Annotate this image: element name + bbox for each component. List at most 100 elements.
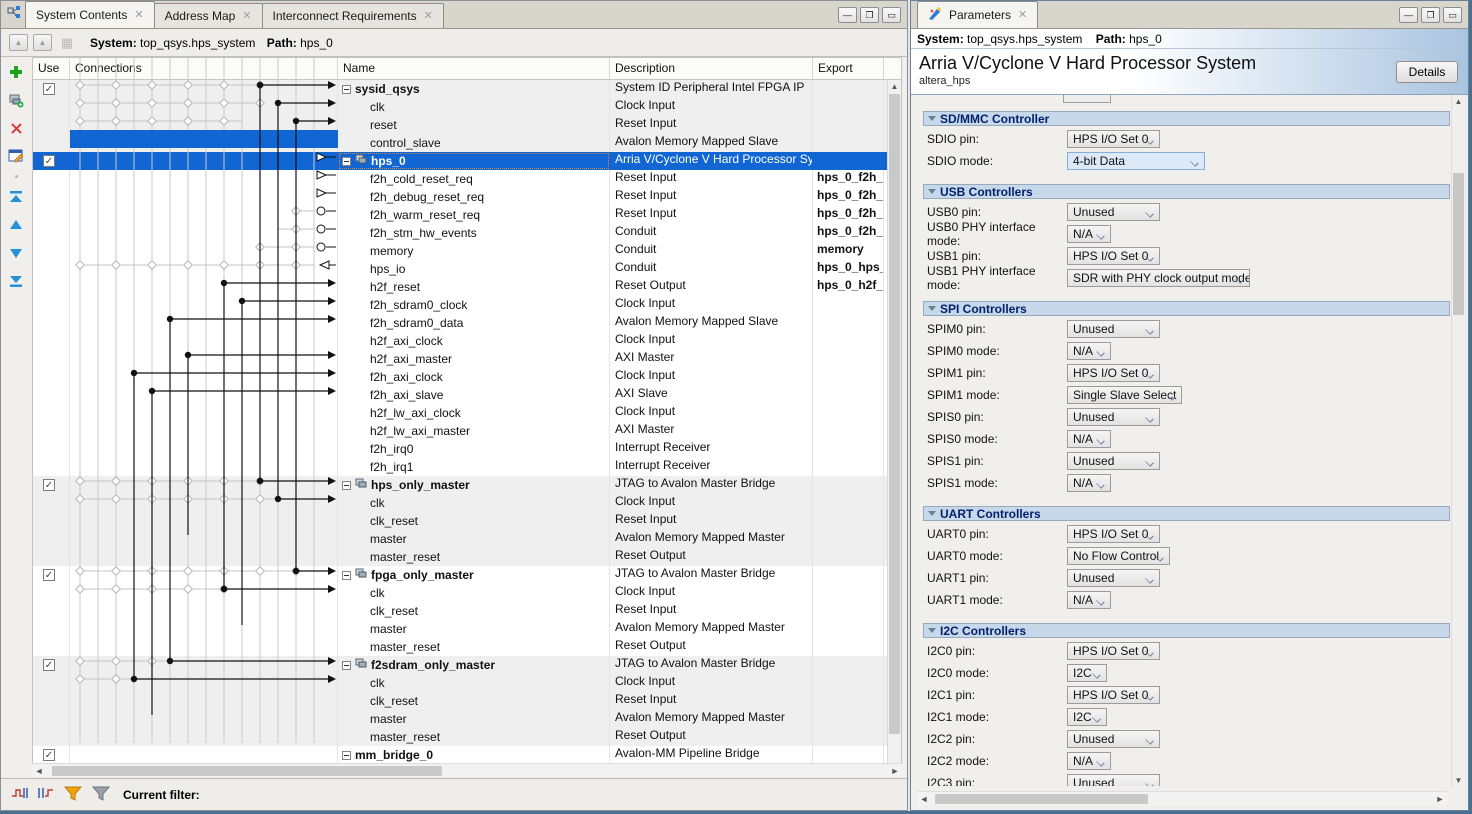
connections-cell[interactable] [70, 530, 338, 548]
section-header[interactable]: I2C Controllers [923, 623, 1450, 638]
export-cell[interactable] [813, 98, 884, 116]
name-cell[interactable]: mm_bridge_0 [338, 746, 610, 764]
connections-cell[interactable] [70, 692, 338, 710]
name-cell[interactable]: f2h_cold_reset_req [338, 170, 610, 188]
table-row[interactable]: f2h_cold_reset_reqReset Inputhps_0_f2h_c [33, 170, 901, 188]
table-row[interactable]: f2h_warm_reset_reqReset Inputhps_0_f2h_w [33, 206, 901, 224]
export-cell[interactable] [813, 80, 884, 98]
table-row[interactable]: control_slaveAvalon Memory Mapped Slave [33, 134, 901, 152]
filter-icon[interactable] [63, 785, 83, 804]
name-cell[interactable]: h2f_reset [338, 278, 610, 296]
connections-cell[interactable] [70, 170, 338, 188]
export-cell[interactable] [813, 710, 884, 728]
minimize-button[interactable]: — [838, 7, 857, 23]
table-row[interactable]: masterAvalon Memory Mapped Master [33, 710, 901, 728]
export-cell[interactable] [813, 620, 884, 638]
tab-system-contents[interactable]: System Contents✕ [25, 1, 155, 28]
table-row[interactable]: master_resetReset Output [33, 548, 901, 566]
connections-cell[interactable] [70, 224, 338, 242]
name-cell[interactable]: h2f_lw_axi_clock [338, 404, 610, 422]
section-header[interactable]: SPI Controllers [923, 301, 1450, 316]
connections-cell[interactable] [70, 548, 338, 566]
connections-cell[interactable] [70, 350, 338, 368]
collapse-icon[interactable] [342, 157, 351, 166]
connections-cell[interactable] [70, 206, 338, 224]
dropdown-spim0-mode-[interactable]: N/A [1067, 342, 1111, 360]
dropdown-uart1-pin-[interactable]: Unused [1067, 569, 1160, 587]
connections-cell[interactable] [70, 476, 338, 494]
table-row[interactable]: clkClock Input [33, 584, 901, 602]
close-icon[interactable]: ✕ [424, 11, 433, 22]
connections-cell[interactable] [70, 404, 338, 422]
name-cell[interactable]: master [338, 620, 610, 638]
export-cell[interactable]: hps_0_h2f_r [813, 278, 884, 296]
dropdown-spis1-mode-[interactable]: N/A [1067, 474, 1111, 492]
name-cell[interactable]: f2sdram_only_master [338, 656, 610, 674]
duplicate-component-icon[interactable] [7, 91, 25, 109]
table-row[interactable]: h2f_axi_clockClock Input [33, 332, 901, 350]
export-cell[interactable]: hps_0_hps_i [813, 260, 884, 278]
table-row[interactable]: master_resetReset Output [33, 638, 901, 656]
dropdown-spim0-pin-[interactable]: Unused [1067, 320, 1160, 338]
connections-cell[interactable] [70, 728, 338, 746]
column-header-connections[interactable]: Connections [70, 58, 338, 79]
maximize-button[interactable]: ▭ [1443, 7, 1462, 23]
dropdown-spim1-pin-[interactable]: HPS I/O Set 0 [1067, 364, 1160, 382]
table-row[interactable]: clkClock Input [33, 98, 901, 116]
connections-cell[interactable] [70, 494, 338, 512]
connections-cell[interactable] [70, 746, 338, 764]
parameters-horizontal-scrollbar[interactable]: ◄ ► [917, 791, 1447, 805]
export-cell[interactable] [813, 494, 884, 512]
connections-cell[interactable] [70, 98, 338, 116]
column-header-name[interactable]: Name [338, 58, 610, 79]
clear-filter-icon[interactable] [91, 785, 111, 804]
name-cell[interactable]: f2h_sdram0_data [338, 314, 610, 332]
export-cell[interactable] [813, 566, 884, 584]
dropdown-usb1-phy-interface-mode-[interactable]: SDR with PHY clock output mode [1067, 269, 1250, 287]
name-cell[interactable]: clk_reset [338, 512, 610, 530]
export-cell[interactable] [813, 512, 884, 530]
connections-cell[interactable] [70, 152, 338, 170]
section-header[interactable]: UART Controllers [923, 506, 1450, 521]
connections-cell[interactable] [70, 188, 338, 206]
dropdown-sdio-pin-[interactable]: HPS I/O Set 0 [1067, 130, 1160, 148]
table-row[interactable]: f2h_stm_hw_eventsConduithps_0_f2h_s [33, 224, 901, 242]
name-cell[interactable]: h2f_lw_axi_master [338, 422, 610, 440]
move-top-level-button[interactable]: ▲ [33, 34, 52, 51]
table-row[interactable]: ✓hps_only_masterJTAG to Avalon Master Br… [33, 476, 901, 494]
table-row[interactable]: clk_resetReset Input [33, 692, 901, 710]
name-cell[interactable]: hps_io [338, 260, 610, 278]
maximize-button[interactable]: ▭ [882, 7, 901, 23]
connections-cell[interactable] [70, 566, 338, 584]
name-cell[interactable]: h2f_axi_clock [338, 332, 610, 350]
table-row[interactable]: masterAvalon Memory Mapped Master [33, 530, 901, 548]
connections-cell[interactable] [70, 278, 338, 296]
connections-cell[interactable] [70, 674, 338, 692]
table-row[interactable]: resetReset Input [33, 116, 901, 134]
table-row[interactable]: masterAvalon Memory Mapped Master [33, 620, 901, 638]
export-cell[interactable] [813, 674, 884, 692]
connections-cell[interactable] [70, 440, 338, 458]
add-component-icon[interactable] [7, 63, 25, 81]
connections-cell[interactable] [70, 512, 338, 530]
dropdown-i2c3-pin-[interactable]: Unused [1067, 774, 1160, 786]
dropdown-i2c2-pin-[interactable]: Unused [1067, 730, 1160, 748]
connections-cell[interactable] [70, 296, 338, 314]
dropdown-i2c2-mode-[interactable]: N/A [1067, 752, 1111, 770]
name-cell[interactable]: clk [338, 98, 610, 116]
restore-button[interactable]: ❐ [860, 7, 879, 23]
table-row[interactable]: clk_resetReset Input [33, 512, 901, 530]
export-cell[interactable] [813, 458, 884, 476]
export-cell[interactable] [813, 602, 884, 620]
connections-cell[interactable] [70, 116, 338, 134]
parameters-vertical-scrollbar[interactable]: ▲ ▼ [1451, 95, 1465, 787]
name-cell[interactable]: f2h_irq1 [338, 458, 610, 476]
use-checkbox[interactable]: ✓ [43, 83, 55, 95]
export-cell[interactable] [813, 746, 884, 764]
use-checkbox[interactable]: ✓ [43, 569, 55, 581]
tab-parameters[interactable]: Parameters ✕ [917, 1, 1038, 28]
scroll-up-arrow[interactable]: ▲ [1452, 95, 1465, 108]
table-row[interactable]: ✓sysid_qsysSystem ID Peripheral Intel FP… [33, 80, 901, 98]
scrollbar-thumb[interactable] [1453, 173, 1464, 315]
table-row[interactable]: h2f_axi_masterAXI Master [33, 350, 901, 368]
